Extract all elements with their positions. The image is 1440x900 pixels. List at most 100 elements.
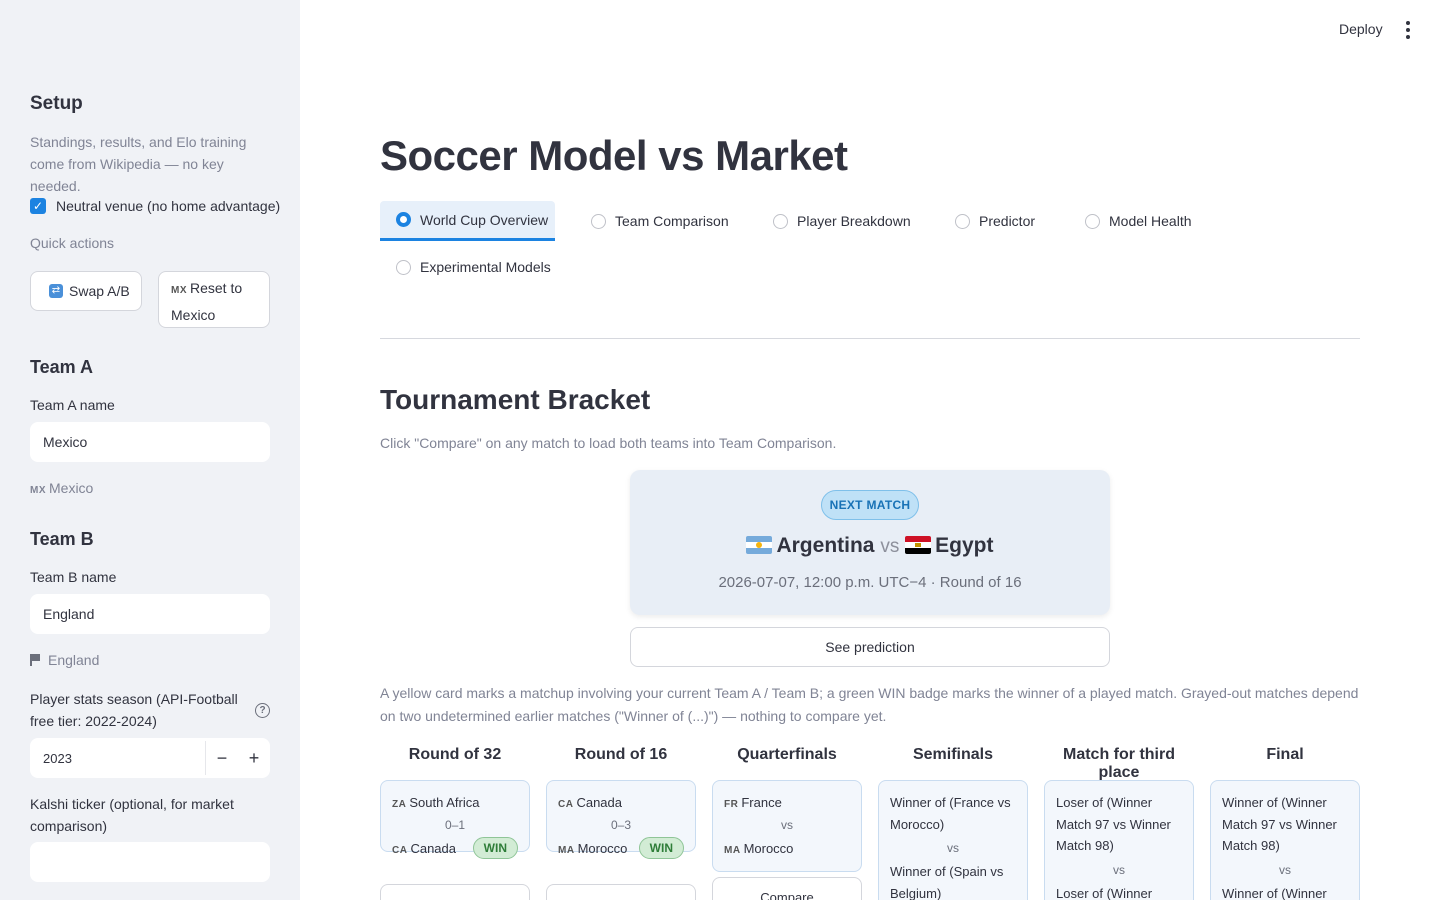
see-prediction-button[interactable]: See prediction — [630, 627, 1110, 667]
swap-ab-button[interactable]: ⇄ Swap A/B — [30, 271, 142, 311]
kalshi-label: Kalshi ticker (optional, for market comp… — [30, 796, 234, 834]
team-b-resolved: England — [30, 652, 99, 668]
match-card-final: Winner of (Winner Match 97 vs Winner Mat… — [1210, 780, 1360, 900]
sidebar: Setup Standings, results, and Elo traini… — [0, 0, 300, 900]
team2-name: Egypt — [935, 534, 994, 557]
match-team-row: ZA South Africa — [392, 792, 518, 812]
placeholder-team: Loser of (Winner Match 97 vs Winner Matc… — [1056, 795, 1171, 853]
tab-predictor[interactable]: Predictor — [955, 201, 1035, 241]
team-b-name-label: Team B name — [30, 569, 117, 585]
next-match-meta: 2026-07-07, 12:00 p.m. UTC−4 · Round of … — [718, 574, 1022, 591]
radio-selected-icon — [396, 212, 411, 227]
minus-icon[interactable]: − — [206, 748, 238, 769]
match-team-row: CA Canada WIN — [392, 837, 518, 859]
match-score: 0–1 — [444, 818, 466, 832]
bracket-title: Tournament Bracket — [380, 384, 651, 415]
team-name: France — [741, 794, 782, 810]
season-value[interactable]: 2023 — [30, 751, 205, 766]
match-vs: vs — [781, 818, 793, 832]
round-header: Match for third place — [1063, 746, 1175, 781]
team-a-title: Team A — [30, 357, 94, 377]
round-header: Round of 32 — [408, 746, 502, 763]
kalshi-ticker-input[interactable] — [30, 842, 270, 882]
win-badge: WIN — [472, 837, 518, 859]
team-name: Canada — [576, 794, 622, 810]
swap-ab-label: Swap A/B — [69, 283, 130, 299]
reset-label-line2: Mexico — [171, 307, 216, 323]
tab-label: Experimental Models — [420, 259, 551, 275]
radio-icon — [955, 213, 970, 229]
help-icon[interactable]: ? — [255, 703, 270, 718]
swap-icon: ⇄ — [49, 284, 63, 298]
placeholder-team: Loser of (Winner — [1056, 885, 1153, 900]
more-menu-icon[interactable] — [1398, 16, 1418, 44]
checkmark-icon: ✓ — [30, 198, 46, 214]
page-title: Soccer Model vs Market — [380, 132, 848, 179]
tab-label: Player Breakdown — [797, 213, 911, 229]
tab-experimental-models[interactable]: Experimental Models — [396, 247, 551, 287]
match-card-semifinals: Winner of (France vs Morocco) vs Winner … — [878, 780, 1028, 900]
round-header: Quarterfinals — [737, 746, 837, 763]
match-team-row: FR France — [724, 792, 850, 812]
south-africa-flag-icon: ZA — [392, 798, 407, 810]
reset-to-mexico-button[interactable]: MX Reset to Mexico — [158, 271, 270, 328]
morocco-flag-icon: MA — [558, 844, 575, 856]
tab-label: Team Comparison — [615, 213, 729, 229]
tab-player-breakdown[interactable]: Player Breakdown — [773, 201, 911, 241]
radio-icon — [1085, 213, 1100, 229]
plus-icon[interactable]: + — [238, 748, 270, 769]
match-vs: vs — [947, 841, 959, 855]
placeholder-team: Winner of (Spain vs Belgium) — [890, 864, 1004, 900]
team-a-name-input[interactable]: Mexico — [30, 422, 270, 462]
legend-caption: A yellow card marks a matchup involving … — [380, 685, 1359, 724]
radio-icon — [773, 213, 788, 229]
placeholder-team: Winner of (Winner — [1222, 885, 1327, 900]
quick-actions-label: Quick actions — [30, 235, 115, 251]
compare-button[interactable]: Compare — [712, 877, 862, 900]
round-header: Final — [1266, 746, 1304, 763]
team-a-name-label: Team A name — [30, 397, 115, 413]
match-card-quarterfinals: FR France vs MA Morocco — [712, 780, 862, 872]
mexico-flag-icon: MX — [171, 285, 187, 296]
win-badge: WIN — [638, 837, 684, 859]
canada-flag-icon: CA — [392, 844, 408, 856]
team-b-title: Team B — [30, 529, 94, 549]
canada-flag-icon: CA — [558, 798, 574, 810]
tab-label: Model Health — [1109, 213, 1192, 229]
match-team-row: MA Morocco WIN — [558, 837, 684, 859]
match-vs: vs — [1113, 862, 1125, 877]
tab-label: World Cup Overview — [420, 211, 549, 228]
main-content: Soccer Model vs Market World Cup Overvie… — [380, 0, 1360, 900]
team-name: Morocco — [743, 840, 794, 856]
team-name: Morocco — [577, 840, 628, 856]
next-match-badge: NEXT MATCH — [821, 490, 919, 520]
neutral-venue-checkbox[interactable]: ✓ Neutral venue (no home advantage) — [30, 195, 280, 217]
bracket-caption: Click "Compare" on any match to load bot… — [380, 435, 837, 451]
neutral-venue-label: Neutral venue (no home advantage) — [56, 198, 281, 214]
team1-name: Argentina — [776, 534, 875, 557]
match-card-round-of-32: ZA South Africa 0–1 CA Canada WIN — [380, 780, 530, 859]
reset-label-line1: Reset to — [190, 280, 243, 296]
tab-world-cup-overview[interactable]: World Cup Overview — [380, 201, 555, 241]
next-match-card: NEXT MATCH Argentina vs Egypt 2026-07-07… — [630, 470, 1110, 615]
mexico-flag-icon: MX — [30, 485, 46, 496]
compare-button[interactable]: Compare — [546, 884, 696, 900]
team-b-name-input[interactable]: England — [30, 594, 270, 634]
setup-description: Standings, results, and Elo training com… — [30, 134, 247, 194]
egypt-flag-icon — [905, 536, 932, 554]
team-name: South Africa — [409, 794, 480, 810]
match-score: 0–3 — [610, 818, 632, 832]
morocco-flag-icon: MA — [724, 844, 741, 856]
flag-icon — [30, 654, 40, 666]
tab-label: Predictor — [979, 213, 1036, 229]
argentina-flag-icon — [746, 536, 773, 554]
tab-model-health[interactable]: Model Health — [1085, 201, 1192, 241]
round-header: Semifinals — [912, 746, 994, 763]
compare-button[interactable]: Compare — [380, 884, 530, 900]
radio-icon — [591, 213, 606, 229]
team-name: Canada — [410, 840, 456, 856]
vs-text: vs — [880, 536, 900, 557]
tab-team-comparison[interactable]: Team Comparison — [591, 201, 729, 241]
team-a-resolved-name: Mexico — [49, 480, 94, 496]
match-vs: vs — [1279, 862, 1291, 877]
